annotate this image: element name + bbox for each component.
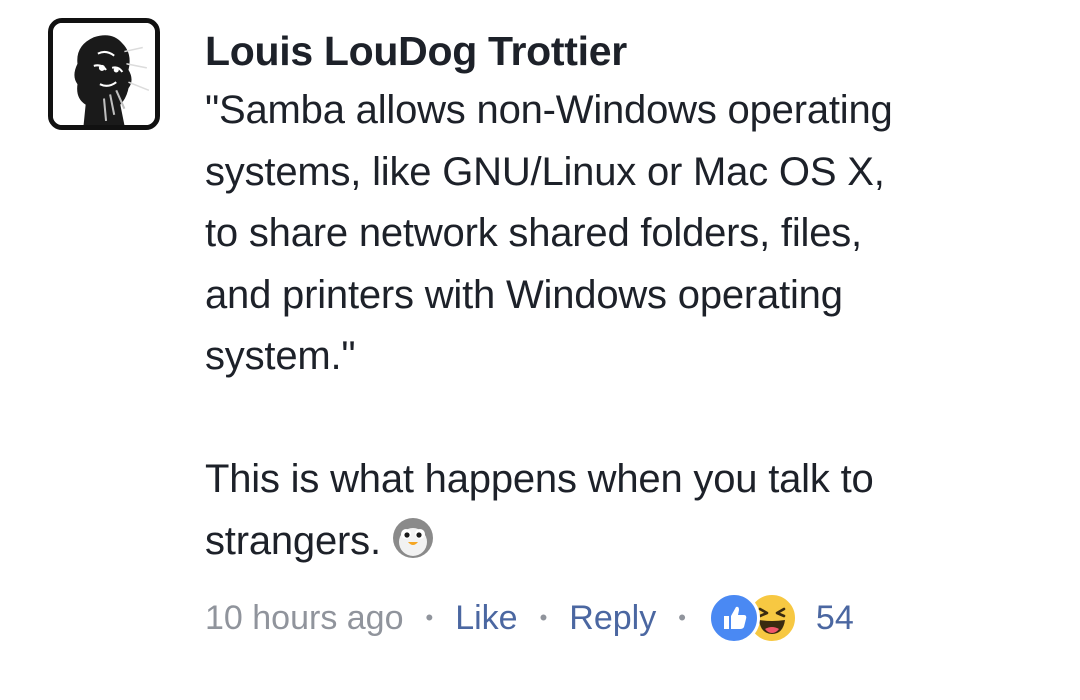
avatar[interactable]: [48, 18, 160, 130]
like-button[interactable]: Like: [455, 599, 517, 638]
avatar-image: [53, 23, 155, 125]
like-icon: [707, 592, 760, 644]
comment: Louis LouDog Trottier "Samba allows non-…: [0, 0, 1080, 700]
separator-dot: •: [425, 605, 434, 630]
reply-button[interactable]: Reply: [569, 599, 656, 638]
reaction-count[interactable]: 54: [816, 599, 854, 638]
separator-dot: •: [539, 605, 548, 630]
reactions-summary[interactable]: [707, 592, 798, 644]
author-name[interactable]: Louis LouDog Trottier: [205, 22, 1055, 80]
comment-actions: 10 hours ago • Like • Reply • 54: [205, 592, 854, 644]
comment-text: "Samba allows non-Windows operating syst…: [205, 80, 1055, 572]
penguin-icon: [389, 512, 437, 560]
timestamp: 10 hours ago: [205, 598, 404, 637]
comment-message: "Samba allows non-Windows operating syst…: [205, 88, 893, 563]
comment-body: Louis LouDog Trottier "Samba allows non-…: [205, 22, 1055, 572]
separator-dot: •: [678, 605, 686, 630]
